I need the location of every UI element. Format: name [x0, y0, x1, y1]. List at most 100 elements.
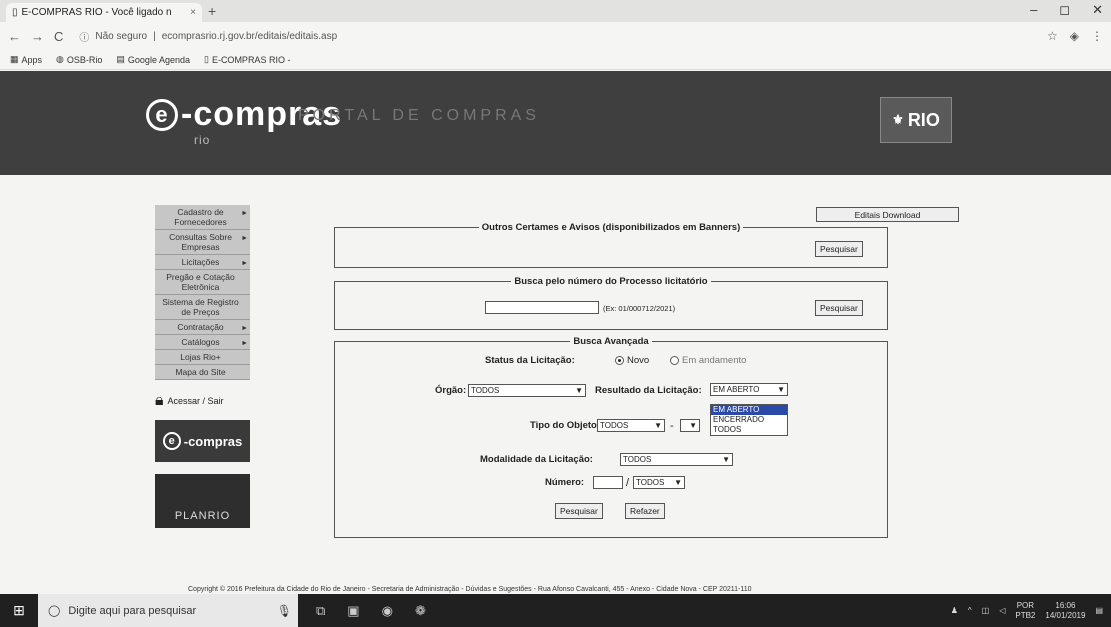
volume-icon[interactable]: ◁ — [999, 606, 1005, 615]
cortana-icon: ◯ — [48, 605, 61, 617]
close-window-icon[interactable]: ✕ — [1092, 2, 1103, 18]
outros-certames-section: Outros Certames e Avisos (disponibilizad… — [334, 222, 888, 268]
resultado-dropdown-list: EM ABERTO ENCERRADO TODOS — [710, 404, 788, 436]
search-process-button[interactable]: Pesquisar — [815, 300, 863, 316]
rio-logo-text: RIO — [907, 109, 940, 130]
page-footer: Copyright © 2016 Prefeitura da Cidade do… — [188, 586, 752, 593]
language-indicator[interactable]: POR PTB2 — [1015, 601, 1035, 621]
tray-chevron-icon[interactable]: ^ — [968, 606, 972, 615]
notifications-icon[interactable]: ▤ — [1095, 606, 1103, 615]
chevron-down-icon: ▼ — [674, 478, 682, 487]
address-bar-row: ← → C ⓘ Não seguro | ecomprasrio.rj.gov.… — [0, 22, 1111, 50]
tipo-objeto-select[interactable]: TODOS ▼ — [597, 419, 665, 432]
bookmark-apps[interactable]: ▦ Apps — [10, 54, 42, 65]
sidebar-item-registro-precos[interactable]: Sistema de Registro de Preços — [155, 295, 250, 320]
reset-button[interactable]: Refazer — [625, 503, 665, 519]
modalidade-label: Modalidade da Licitação: — [480, 454, 593, 465]
editais-download-button[interactable]: Editais Download — [816, 207, 959, 222]
clock[interactable]: 16:06 14/01/2019 — [1045, 601, 1085, 621]
page-icon: ▯ — [203, 54, 209, 64]
chrome-icon[interactable]: ◉ — [382, 603, 393, 619]
modalidade-select[interactable]: TODOS ▼ — [620, 453, 733, 466]
back-icon[interactable]: ← — [8, 29, 21, 44]
portal-title: PORTAL DE COMPRAS — [298, 107, 540, 124]
status-label: Status da Licitação: — [485, 355, 575, 366]
info-icon: ⓘ — [79, 32, 90, 44]
star-icon[interactable]: ☆ — [1047, 29, 1058, 43]
sidebar: Cadastro de Fornecedores ► Consultas Sobr… — [155, 205, 250, 528]
taskbar-apps: ⧉ ▣ ◉ ❁ — [316, 603, 426, 619]
advanced-search-button[interactable]: Pesquisar — [555, 503, 603, 519]
search-banners-button[interactable]: Pesquisar — [815, 241, 863, 257]
ecompras-side-logo[interactable]: e -compras — [155, 420, 250, 462]
microphone-icon[interactable]: 🎙︎ — [277, 604, 292, 618]
reload-icon[interactable]: C — [54, 29, 63, 44]
new-tab-button[interactable]: + — [208, 3, 216, 19]
sidebar-item-contratacao[interactable]: Contratação ► — [155, 320, 250, 335]
resultado-option[interactable]: EM ABERTO — [711, 405, 787, 415]
apps-icon: ▦ — [10, 54, 19, 64]
network-icon[interactable]: ◫ — [982, 606, 990, 615]
chevron-down-icon: ▼ — [575, 386, 583, 395]
process-number-input[interactable] — [485, 301, 599, 314]
browser-tab[interactable]: ▯ E-COMPRAS RIO - Você ligado n × — [6, 3, 202, 22]
menu-icon[interactable]: ⋮ — [1091, 29, 1103, 43]
sidebar-item-consultas[interactable]: Consultas Sobre Empresas ► — [155, 230, 250, 255]
status-andamento-radio[interactable]: Em andamento — [670, 355, 746, 366]
logo-sub: rio — [194, 133, 211, 147]
tab-title: E-COMPRAS RIO - Você ligado n — [21, 7, 172, 18]
calendar-icon: ▤ — [116, 54, 125, 64]
osb-icon: ◍ — [56, 54, 64, 64]
sidebar-item-pregao[interactable]: Pregão e Cotação Eletrônica — [155, 270, 250, 295]
forward-icon[interactable]: → — [31, 29, 44, 44]
status-novo-radio[interactable]: Novo — [615, 355, 649, 366]
site-header: e -compras rio PORTAL DE COMPRAS ⚜ RIO — [0, 71, 1111, 175]
login-link[interactable]: 🔒︎ Acessar / Sair — [155, 392, 250, 410]
numero-year-select[interactable]: TODOS ▼ — [633, 476, 685, 489]
omnibox-actions: ☆ ◈ ⋮ — [1047, 29, 1103, 43]
bookmarks-bar: ▦ Apps ◍ OSB-Rio ▤ Google Agenda ▯ E-COMPRAS… — [0, 50, 1111, 70]
browser-tab-bar: ▯ E-COMPRAS RIO - Você ligado n × + – ◻ … — [0, 0, 1111, 22]
sidebar-item-lojas[interactable]: Lojas Rio+ — [155, 350, 250, 365]
sidebar-item-mapa[interactable]: Mapa do Site — [155, 365, 250, 380]
maximize-icon[interactable]: ◻ — [1059, 2, 1070, 18]
prefeitura-rio-logo[interactable]: ⚜ RIO — [880, 97, 952, 143]
bookmark-agenda[interactable]: ▤ Google Agenda — [116, 54, 190, 65]
tipo-separator: - — [670, 420, 674, 432]
planrio-logo[interactable]: PLANRIO — [155, 474, 250, 528]
orgao-label: Órgão: — [435, 385, 467, 396]
resultado-option[interactable]: TODOS — [711, 425, 787, 435]
windows-start-icon[interactable]: ⊞ — [0, 594, 38, 627]
padlock-icon: 🔒︎ — [155, 392, 164, 409]
bookmark-osb[interactable]: ◍ OSB-Rio — [56, 54, 102, 65]
sidebar-item-cadastro[interactable]: Cadastro de Fornecedores ► — [155, 205, 250, 230]
resultado-option[interactable]: ENCERRADO — [711, 415, 787, 425]
rio-crest-icon: ⚜ — [892, 112, 904, 127]
orgao-select[interactable]: TODOS ▼ — [468, 384, 586, 397]
sidebar-item-catalogos[interactable]: Catálogos ► — [155, 335, 250, 350]
taskbar-search[interactable]: ◯ Digite aqui para pesquisar 🎙︎ — [38, 594, 298, 627]
people-icon[interactable]: ♟ — [951, 606, 958, 615]
app-icon[interactable]: ❁ — [415, 603, 426, 619]
chevron-down-icon: ▼ — [654, 421, 662, 430]
extension-icon[interactable]: ◈ — [1070, 29, 1079, 43]
chevron-down-icon: ▼ — [777, 385, 785, 394]
resultado-select[interactable]: EM ABERTO ▼ — [710, 383, 788, 396]
minimize-icon[interactable]: – — [1030, 2, 1037, 18]
tipo-subobjeto-select[interactable]: ▼ — [680, 419, 700, 432]
section-legend: Busca Avançada — [573, 336, 649, 347]
security-label: Não seguro — [95, 30, 148, 42]
window-controls: – ◻ ✕ — [1030, 2, 1103, 18]
chevron-right-icon: ► — [241, 260, 248, 267]
task-view-icon[interactable]: ⧉ — [316, 603, 325, 619]
numero-separator: / — [626, 477, 630, 489]
numero-label: Número: — [545, 477, 585, 488]
numero-input[interactable] — [593, 476, 623, 489]
bookmark-ecompras[interactable]: ▯ E-COMPRAS RIO - — [204, 54, 290, 65]
sidebar-item-licitacoes[interactable]: Licitações ► — [155, 255, 250, 270]
address-input[interactable]: ⓘ Não seguro | ecomprasrio.rj.gov.br/edi… — [73, 25, 1037, 47]
process-search-section: Busca pelo número do Processo licitatóri… — [334, 276, 888, 330]
chevron-down-icon: ▼ — [722, 455, 730, 464]
tab-close-icon[interactable]: × — [190, 7, 196, 18]
file-explorer-icon[interactable]: ▣ — [347, 603, 359, 619]
